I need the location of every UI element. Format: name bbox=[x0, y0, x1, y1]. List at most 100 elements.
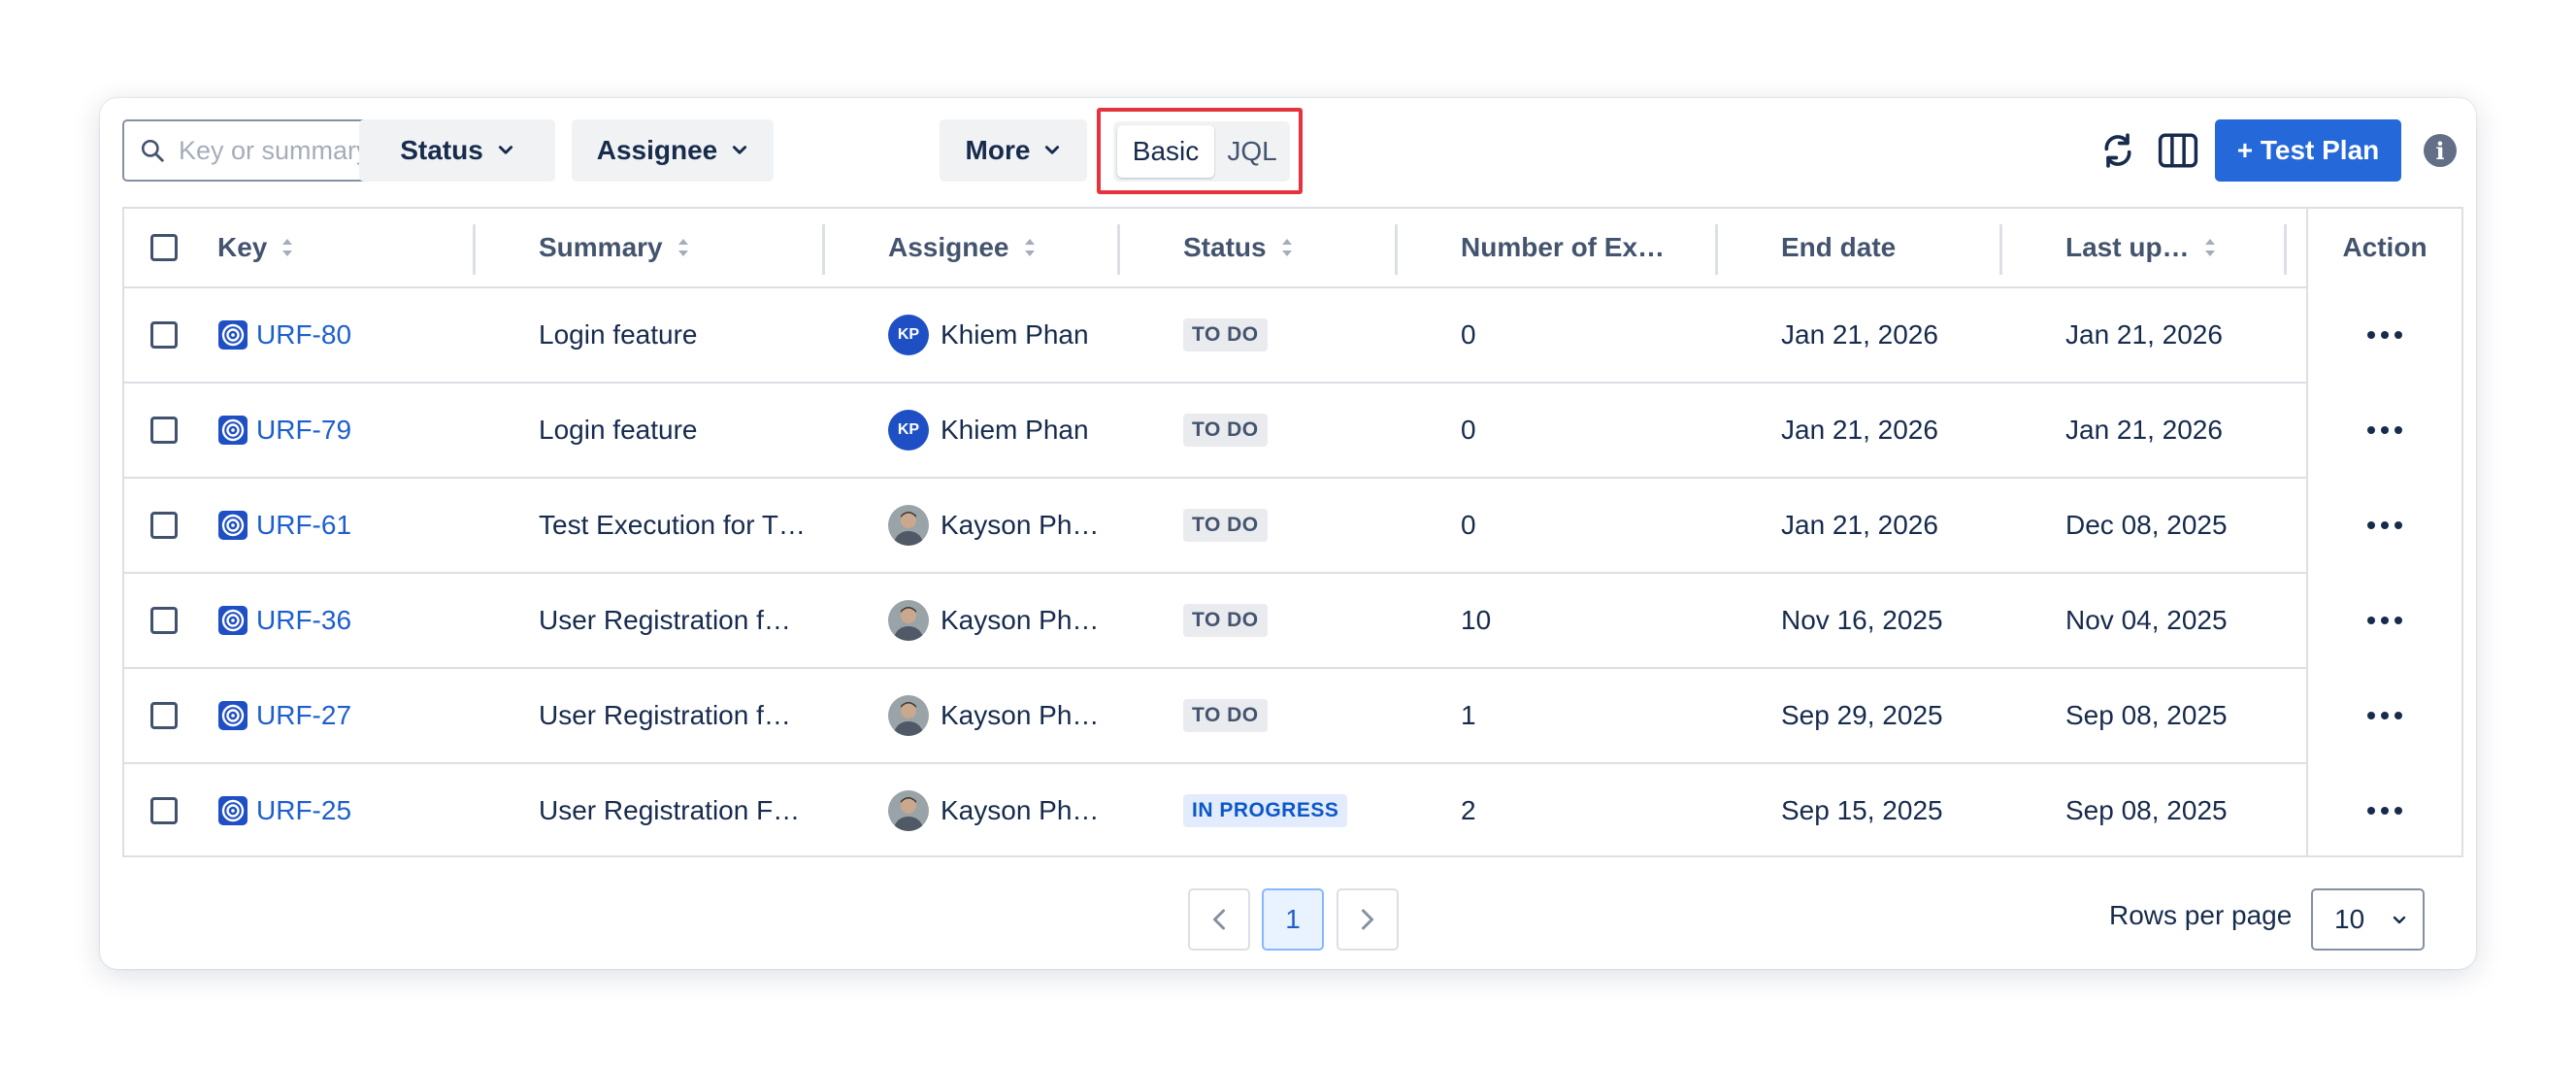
executions-cell: 0 bbox=[1461, 510, 1476, 540]
summary-cell: User Registration f… bbox=[539, 700, 791, 730]
executions-cell: 2 bbox=[1461, 795, 1476, 825]
table-row[interactable]: URF-61 Test Execution for T… Kayson Ph… TO … bbox=[124, 479, 2461, 574]
more-dot bbox=[2394, 712, 2402, 719]
last-updated-cell: Jan 21, 2026 bbox=[2065, 415, 2223, 445]
more-dot bbox=[2381, 712, 2389, 719]
assignee-name: Kayson Ph… bbox=[941, 510, 1100, 540]
page-1-button[interactable]: 1 bbox=[1262, 888, 1324, 951]
status-filter-label: Status bbox=[400, 135, 483, 165]
row-actions-button[interactable] bbox=[2308, 669, 2461, 762]
table-row[interactable]: URF-80 Login feature KP Khiem Phan TO DO 0 Jan… bbox=[124, 288, 2461, 384]
row-actions-button[interactable] bbox=[2308, 764, 2461, 857]
columns-button[interactable] bbox=[2155, 127, 2201, 174]
row-checkbox[interactable] bbox=[150, 321, 178, 349]
sort-icon bbox=[282, 239, 293, 256]
header-key[interactable]: Key bbox=[217, 209, 294, 286]
issue-key-link[interactable]: URF-79 bbox=[256, 415, 351, 446]
select-all-cell bbox=[150, 209, 178, 286]
avatar: KP bbox=[888, 410, 929, 451]
more-dot bbox=[2394, 617, 2402, 624]
row-checkbox[interactable] bbox=[150, 512, 178, 539]
row-select-cell bbox=[150, 288, 178, 382]
more-dot bbox=[2381, 617, 2389, 624]
row-actions-button[interactable] bbox=[2308, 574, 2461, 667]
sort-icon bbox=[1024, 239, 1035, 256]
test-plan-icon bbox=[218, 606, 248, 635]
chevron-down-icon bbox=[2393, 916, 2406, 924]
row-checkbox[interactable] bbox=[150, 797, 178, 824]
status-cell: TO DO bbox=[1183, 479, 1268, 572]
test-plan-icon bbox=[218, 416, 248, 445]
basic-mode-button[interactable]: Basic bbox=[1117, 125, 1214, 178]
row-actions-button[interactable] bbox=[2308, 479, 2461, 572]
column-resizer[interactable] bbox=[2284, 224, 2287, 275]
row-actions-button[interactable] bbox=[2308, 288, 2461, 382]
column-resizer[interactable] bbox=[822, 224, 825, 275]
more-dot bbox=[2381, 521, 2389, 529]
more-dot bbox=[2394, 331, 2402, 339]
test-plan-table: Key Summary Assignee Status Number of Ex… bbox=[122, 207, 2463, 857]
header-status-label: Status bbox=[1183, 232, 1267, 262]
issue-key-link[interactable]: URF-25 bbox=[256, 795, 351, 826]
column-resizer[interactable] bbox=[1999, 224, 2002, 275]
avatar bbox=[888, 600, 929, 641]
row-checkbox[interactable] bbox=[150, 607, 178, 634]
end-date-cell: Jan 21, 2026 bbox=[1781, 415, 1938, 445]
action-column: Action bbox=[2306, 209, 2461, 855]
assignee-cell: Kayson Ph… bbox=[888, 764, 1099, 857]
row-select-cell bbox=[150, 764, 178, 857]
summary-cell: Login feature bbox=[539, 415, 698, 445]
end-date-cell: Sep 15, 2025 bbox=[1781, 795, 1943, 825]
assignee-cell: KP Khiem Phan bbox=[888, 288, 1089, 382]
more-dot bbox=[2367, 807, 2375, 815]
status-badge: TO DO bbox=[1183, 318, 1268, 351]
last-updated-cell: Sep 08, 2025 bbox=[2065, 700, 2228, 730]
add-test-plan-button[interactable]: + Test Plan bbox=[2215, 119, 2401, 182]
header-executions[interactable]: Number of Ex… bbox=[1461, 209, 1665, 286]
header-summary[interactable]: Summary bbox=[539, 209, 690, 286]
assignee-cell: Kayson Ph… bbox=[888, 574, 1099, 667]
issue-key-link[interactable]: URF-36 bbox=[256, 605, 351, 636]
header-end-date[interactable]: End date bbox=[1781, 209, 1896, 286]
table-row[interactable]: URF-27 User Registration f… Kayson Ph… TO D… bbox=[124, 669, 2461, 764]
column-resizer[interactable] bbox=[1117, 224, 1120, 275]
column-resizer[interactable] bbox=[1395, 224, 1398, 275]
status-cell: IN PROGRESS bbox=[1183, 764, 1348, 857]
status-badge: IN PROGRESS bbox=[1183, 794, 1348, 827]
issue-key-link[interactable]: URF-80 bbox=[256, 319, 351, 351]
row-checkbox[interactable] bbox=[150, 417, 178, 444]
header-assignee[interactable]: Assignee bbox=[888, 209, 1037, 286]
row-actions-button[interactable] bbox=[2308, 384, 2461, 477]
prev-page-button[interactable] bbox=[1188, 888, 1250, 951]
header-status[interactable]: Status bbox=[1183, 209, 1294, 286]
key-cell: URF-80 bbox=[217, 288, 351, 382]
executions-cell: 0 bbox=[1461, 415, 1476, 445]
more-filter-button[interactable]: More bbox=[940, 119, 1087, 182]
table-row[interactable]: URF-25 User Registration F… Kayson Ph… IN P… bbox=[124, 764, 2461, 859]
issue-key-link[interactable]: URF-27 bbox=[256, 700, 351, 731]
next-page-button[interactable] bbox=[1337, 888, 1399, 951]
header-last-updated[interactable]: Last up… bbox=[2065, 209, 2217, 286]
column-resizer[interactable] bbox=[1715, 224, 1718, 275]
header-end-date-label: End date bbox=[1781, 232, 1897, 262]
select-all-checkbox[interactable] bbox=[150, 234, 178, 261]
column-resizer[interactable] bbox=[473, 224, 476, 275]
jql-mode-button[interactable]: JQL bbox=[1218, 125, 1286, 178]
assignee-name: Kayson Ph… bbox=[941, 795, 1100, 825]
header-last-updated-label: Last up… bbox=[2065, 232, 2190, 262]
status-filter-button[interactable]: Status bbox=[359, 119, 555, 182]
rows-per-page-select[interactable]: 10 bbox=[2311, 888, 2425, 951]
table-row[interactable]: URF-79 Login feature KP Khiem Phan TO DO 0 Jan… bbox=[124, 384, 2461, 479]
status-badge: TO DO bbox=[1183, 414, 1268, 447]
header-action: Action bbox=[2342, 232, 2427, 262]
assignee-filter-button[interactable]: Assignee bbox=[572, 119, 774, 182]
more-dot bbox=[2367, 521, 2375, 529]
refresh-button[interactable] bbox=[2095, 127, 2141, 174]
table-row[interactable]: URF-36 User Registration f… Kayson Ph… TO D… bbox=[124, 574, 2461, 669]
rows-per-page-label: Rows per page bbox=[2109, 900, 2293, 930]
sort-icon bbox=[2204, 239, 2215, 256]
info-icon[interactable]: i bbox=[2424, 134, 2457, 167]
issue-key-link[interactable]: URF-61 bbox=[256, 510, 351, 541]
test-plan-icon bbox=[218, 320, 248, 350]
row-checkbox[interactable] bbox=[150, 702, 178, 729]
